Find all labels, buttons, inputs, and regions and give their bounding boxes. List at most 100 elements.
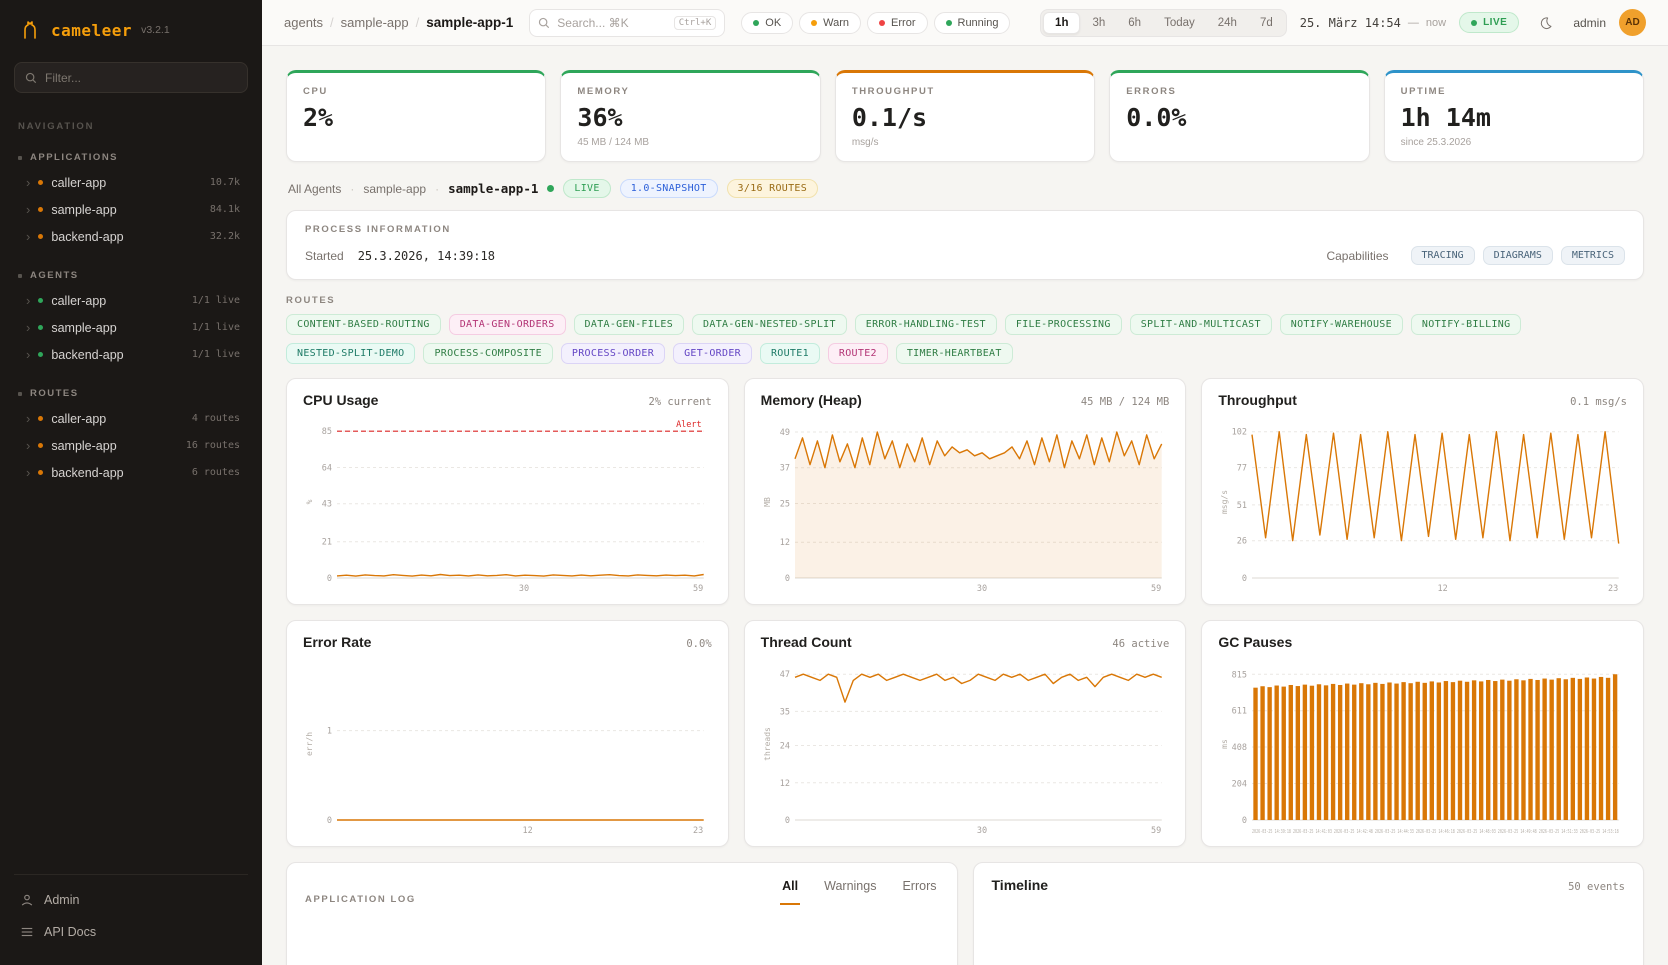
chart-title: Memory (Heap) — [761, 392, 862, 408]
route-badge[interactable]: ERROR-HANDLING-TEST — [855, 314, 997, 335]
sidebar-section-applications: APPLICATIONS › caller-app 10.7k › sample… — [14, 152, 248, 250]
datetime-display[interactable]: 25. März 14:54 — now — [1300, 16, 1446, 30]
throughput-chart[interactable]: 02651771021223msg/s — [1218, 414, 1627, 594]
status-filter-ok[interactable]: OK — [741, 12, 793, 34]
route-badge[interactable]: NESTED-SPLIT-DEMO — [286, 343, 415, 364]
chevron-right-icon: › — [26, 203, 30, 216]
route-badge[interactable]: TIMER-HEARTBEAT — [896, 343, 1013, 364]
sidebar-filter[interactable] — [14, 62, 248, 93]
context-separator: · — [350, 182, 354, 196]
badge-routes-count[interactable]: 3/16 ROUTES — [727, 179, 819, 198]
app-logo[interactable]: cameleer v3.2.1 — [14, 14, 248, 42]
stat-card-cpu[interactable]: CPU 2% — [286, 70, 546, 162]
route-badge[interactable]: FILE-PROCESSING — [1005, 314, 1122, 335]
svg-text:59: 59 — [693, 584, 703, 594]
sidebar-route-caller-app[interactable]: › caller-app 4 routes — [14, 405, 248, 432]
context-all-agents-link[interactable]: All Agents — [288, 182, 341, 196]
filter-input[interactable] — [45, 71, 237, 85]
stat-card-uptime[interactable]: UPTIME 1h 14m since 25.3.2026 — [1384, 70, 1644, 162]
time-range-6h[interactable]: 6h — [1117, 12, 1152, 34]
route-badge[interactable]: CONTENT-BASED-ROUTING — [286, 314, 441, 335]
sidebar-route-backend-app[interactable]: › backend-app 6 routes — [14, 459, 248, 486]
svg-text:1: 1 — [327, 727, 332, 737]
capability-tracing[interactable]: TRACING — [1411, 246, 1475, 265]
sidebar-item-admin[interactable]: Admin — [14, 885, 248, 915]
route-badge[interactable]: ROUTE2 — [828, 343, 888, 364]
error-rate-chart[interactable]: 011223err/h — [303, 656, 712, 836]
svg-text:12: 12 — [779, 779, 789, 789]
breadcrumb-agents[interactable]: agents — [284, 15, 323, 30]
thread-count-chart[interactable]: 0122435473059threads — [761, 656, 1170, 836]
sidebar-item-api-docs[interactable]: API Docs — [14, 917, 248, 947]
stat-label: CPU — [303, 86, 529, 97]
sidebar-app-sample-app[interactable]: › sample-app 84.1k — [14, 196, 248, 223]
svg-text:30: 30 — [519, 584, 529, 594]
route-badge[interactable]: DATA-GEN-ORDERS — [449, 314, 566, 335]
stat-sub: 45 MB / 124 MB — [577, 137, 803, 149]
route-badge[interactable]: ROUTE1 — [760, 343, 820, 364]
route-badge[interactable]: DATA-GEN-NESTED-SPLIT — [692, 314, 847, 335]
route-badges: CONTENT-BASED-ROUTING DATA-GEN-ORDERS DATA… — [286, 314, 1644, 364]
route-badge[interactable]: PROCESS-ORDER — [561, 343, 665, 364]
sidebar-app-caller-app[interactable]: › caller-app 10.7k — [14, 169, 248, 196]
route-badge[interactable]: GET-ORDER — [673, 343, 752, 364]
time-range-1h[interactable]: 1h — [1043, 12, 1080, 34]
live-toggle[interactable]: LIVE — [1459, 12, 1519, 33]
stat-label: THROUGHPUT — [852, 86, 1078, 97]
avatar[interactable]: AD — [1619, 9, 1646, 36]
search-input[interactable] — [557, 16, 666, 30]
capability-metrics[interactable]: METRICS — [1561, 246, 1625, 265]
global-search[interactable]: Ctrl+K — [529, 9, 725, 37]
breadcrumb-sample-app[interactable]: sample-app — [341, 15, 409, 30]
chart-title: Throughput — [1218, 392, 1297, 408]
stat-card-memory[interactable]: MEMORY 36% 45 MB / 124 MB — [560, 70, 820, 162]
stat-card-throughput[interactable]: THROUGHPUT 0.1/s msg/s — [835, 70, 1095, 162]
stat-card-errors[interactable]: ERRORS 0.0% — [1109, 70, 1369, 162]
route-badge[interactable]: PROCESS-COMPOSITE — [423, 343, 552, 364]
tab-all[interactable]: All — [780, 877, 800, 905]
process-info-row: Started 25.3.2026, 14:39:18 Capabilities… — [305, 246, 1625, 265]
svg-text:12: 12 — [779, 538, 789, 548]
theme-toggle-button[interactable] — [1532, 9, 1560, 37]
time-range-7d[interactable]: 7d — [1249, 12, 1284, 34]
svg-text:23: 23 — [1608, 584, 1618, 594]
svg-text:26: 26 — [1237, 537, 1247, 547]
route-badge[interactable]: SPLIT-AND-MULTICAST — [1130, 314, 1272, 335]
stat-value: 2% — [303, 103, 529, 132]
sidebar-agent-backend-app[interactable]: › backend-app 1/1 live — [14, 341, 248, 368]
route-badge[interactable]: DATA-GEN-FILES — [574, 314, 685, 335]
datetime-separator: — — [1408, 17, 1419, 29]
tab-warnings[interactable]: Warnings — [822, 877, 878, 905]
badge-live[interactable]: LIVE — [563, 179, 610, 198]
sidebar-footer-label: API Docs — [44, 925, 96, 939]
cpu-usage-chart[interactable]: 0214364853059%Alert — [303, 414, 712, 594]
chevron-right-icon: › — [26, 412, 30, 425]
time-range-3h[interactable]: 3h — [1081, 12, 1116, 34]
sidebar-agent-caller-app[interactable]: › caller-app 1/1 live — [14, 287, 248, 314]
status-filter-running[interactable]: Running — [934, 12, 1011, 34]
status-dot — [38, 325, 43, 330]
time-range-today[interactable]: Today — [1153, 12, 1206, 34]
chevron-right-icon: › — [26, 466, 30, 479]
tab-errors[interactable]: Errors — [900, 877, 938, 905]
sidebar-app-backend-app[interactable]: › backend-app 32.2k — [14, 223, 248, 250]
chart-title: Error Rate — [303, 634, 371, 650]
application-log-title: APPLICATION LOG — [305, 894, 416, 905]
status-filter-warn[interactable]: Warn — [799, 12, 861, 34]
sidebar-route-sample-app[interactable]: › sample-app 16 routes — [14, 432, 248, 459]
route-badge[interactable]: NOTIFY-WAREHOUSE — [1280, 314, 1403, 335]
time-range-24h[interactable]: 24h — [1207, 12, 1248, 34]
context-app-link[interactable]: sample-app — [363, 182, 426, 196]
sidebar-agent-sample-app[interactable]: › sample-app 1/1 live — [14, 314, 248, 341]
stat-value: 1h 14m — [1401, 103, 1627, 132]
route-badge[interactable]: NOTIFY-BILLING — [1411, 314, 1522, 335]
status-filter-error[interactable]: Error — [867, 12, 927, 34]
svg-text:%: % — [305, 499, 314, 504]
gc-pauses-chart[interactable]: 0204408611815ms2026-03-25 14:39:18 2026-… — [1218, 656, 1627, 836]
status-dot — [38, 416, 43, 421]
memory-heap-chart[interactable]: 0122537493059MB — [761, 414, 1170, 594]
badge-version[interactable]: 1.0-SNAPSHOT — [620, 179, 718, 198]
sidebar: cameleer v3.2.1 NAVIGATION APPLICATIONS … — [0, 0, 262, 965]
capability-diagrams[interactable]: DIAGRAMS — [1483, 246, 1553, 265]
capabilities-label: Capabilities — [1326, 249, 1388, 263]
